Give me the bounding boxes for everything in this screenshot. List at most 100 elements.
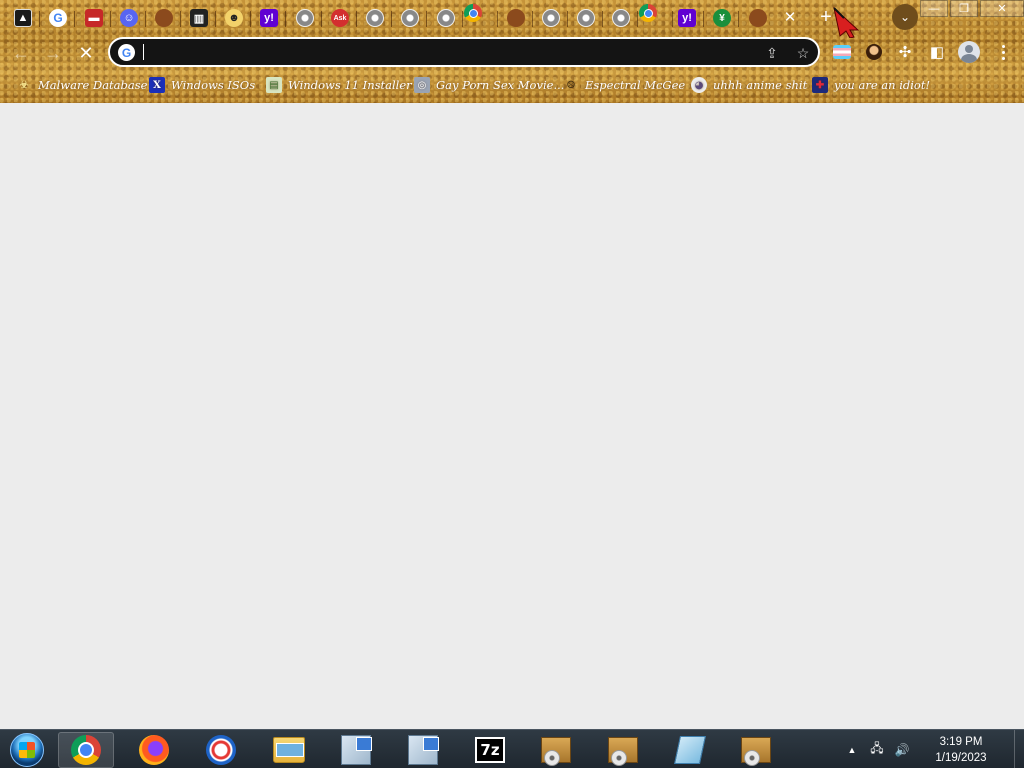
side-panel-button[interactable]: ◧ [924,39,950,65]
tab[interactable] [604,4,638,32]
tab[interactable]: ▲ [6,4,40,32]
tab[interactable] [393,4,427,32]
clock-date: 1/19/2023 [935,751,987,764]
toolbar: ← → ✕ G ⇪ ☆ ✣ ◧ [0,34,1024,70]
page-content [0,103,1024,729]
windows-logo-icon [10,733,44,767]
tab[interactable]: y! [252,4,286,32]
tab[interactable] [464,4,498,32]
uk-flag-icon: ✚ [812,77,828,93]
package-icon [541,737,571,766]
taskbar-installer-3[interactable] [728,732,784,768]
bookmark-label: Gay Porn Sex Movie... [436,78,565,92]
tab-active[interactable] [741,4,775,32]
system-tray: ▲ 🖧 🔊 3:19 PM 1/19/2023 [841,730,1024,768]
taskbar-installer-2[interactable] [595,732,651,768]
forward-button[interactable]: → [40,40,66,66]
bookmark-uhhh-anime-shit[interactable]: ◕ uhhh anime shit [691,74,807,96]
tab[interactable] [429,4,463,32]
character-icon [507,9,525,27]
ask-icon: Ask [331,9,349,27]
bookmark-star-icon[interactable]: ☆ [793,43,813,63]
taskbar-opera[interactable] [193,732,249,768]
address-input[interactable] [142,42,742,62]
tab[interactable] [534,4,568,32]
taskbar-notepad[interactable] [662,732,718,768]
tab[interactable] [358,4,392,32]
tab[interactable] [639,4,673,32]
tab-close-button[interactable]: ✕ [780,7,800,27]
tab[interactable]: y! [670,4,704,32]
bookmark-malware-database[interactable]: ☣ Malware Database [16,74,148,96]
character-icon [749,9,767,27]
taskbar-7zip[interactable]: 7z [462,732,518,768]
bookmark-label: uhhh anime shit [713,78,808,92]
bookmarks-bar: ☣ Malware Database X Windows ISOs ▤ Wind… [0,72,1024,98]
globe-icon [612,9,630,27]
extension-button[interactable] [861,39,887,65]
bookmark-windows-11-installer[interactable]: ▤ Windows 11 Installer [266,74,412,96]
avatar-icon [958,41,980,63]
bookmark-you-are-an-idiot[interactable]: ✚ you are an idiot! [812,74,930,96]
7zip-icon: 7z [475,737,505,763]
tab[interactable]: Ask [323,4,357,32]
extension-button[interactable] [829,39,855,65]
face-icon [866,44,882,60]
share-icon[interactable]: ⇪ [762,43,782,63]
museum-icon: ▥ [190,9,208,27]
tab[interactable]: ▬ [77,4,111,32]
taskbar-chrome[interactable] [58,732,114,768]
side-panel-icon: ◧ [929,44,945,61]
tab[interactable] [499,4,533,32]
setup-icon [341,735,372,765]
tab[interactable]: ☻ [217,4,251,32]
chrome-icon [639,4,657,22]
volume-icon[interactable]: 🔊 [891,739,913,761]
taskbar-firefox[interactable] [126,732,182,768]
profile-button[interactable] [956,39,982,65]
tray-overflow-icon[interactable]: ▲ [841,739,863,761]
chrome-icon [71,735,101,765]
tab[interactable]: G [41,4,75,32]
restore-button[interactable]: ❐ [950,0,978,17]
taskbar: 7z ▲ 🖧 🔊 3:19 PM 1/19/2023 [0,729,1024,768]
bookmark-gay-porn-sex-movie[interactable]: ◎ Gay Porn Sex Movie... [414,74,564,96]
network-icon[interactable]: 🖧 [866,739,888,761]
malware-icon: ☣ [19,79,29,91]
omnibox[interactable]: G ⇪ ☆ [108,37,820,67]
more-vert-icon [1001,44,1005,60]
menu-button[interactable] [990,39,1016,65]
taskbar-explorer[interactable] [261,732,317,768]
show-desktop-button[interactable] [1014,730,1024,768]
tab[interactable] [569,4,603,32]
globe-icon [296,9,314,27]
tab[interactable] [147,4,181,32]
taskbar-setup-1[interactable] [328,732,384,768]
taskbar-installer-1[interactable] [528,732,584,768]
bookmark-espectral-mcgee[interactable]: ☹ Espectral McGee [563,74,686,96]
globe-icon [542,9,560,27]
start-button[interactable] [0,732,54,768]
setup-icon [408,735,439,765]
face-icon: ☹ [566,79,576,91]
x-logo-icon: X [149,77,165,93]
bookmark-windows-isos[interactable]: X Windows ISOs [149,74,255,96]
package-icon [741,737,771,766]
clock-time: 3:19 PM [939,735,983,748]
bookmark-label: Windows ISOs [171,78,256,92]
tab[interactable] [288,4,322,32]
tab[interactable]: ¥ [705,4,739,32]
stop-button[interactable]: ✕ [73,40,99,66]
minimize-button[interactable]: — [920,0,948,17]
green-download-icon: ¥ [713,9,731,27]
tab-search-button[interactable]: ⌄ [892,4,918,30]
clock[interactable]: 3:19 PM 1/19/2023 [922,734,1000,766]
yahoo-icon: y! [260,9,278,27]
back-button[interactable]: ← [8,40,34,66]
close-window-button[interactable]: ✕ [980,0,1024,17]
tab[interactable]: ☺ [112,4,146,32]
taskbar-setup-2[interactable] [395,732,451,768]
discord-icon: ☺ [120,9,138,27]
tab[interactable]: ▥ [182,4,216,32]
extensions-button[interactable]: ✣ [892,39,918,65]
